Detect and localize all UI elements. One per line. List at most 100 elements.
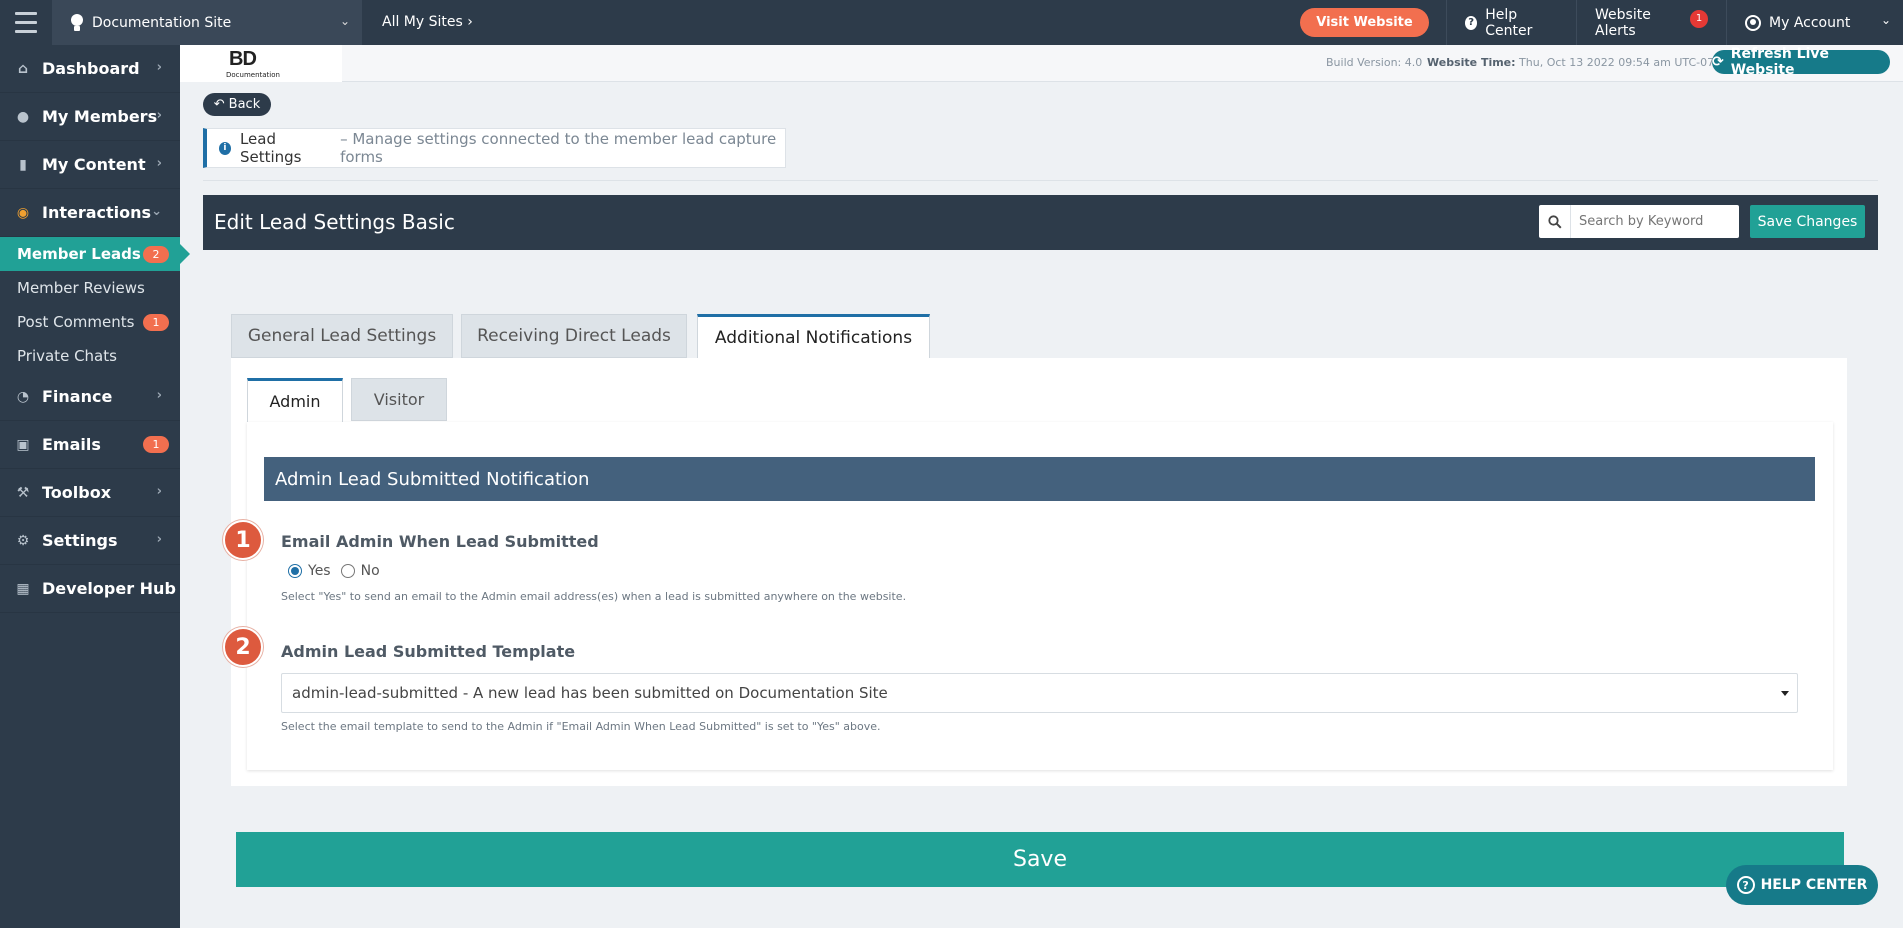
count-badge: 1 <box>143 314 169 331</box>
step-marker-2: 2 <box>223 627 263 667</box>
sidebar-item-emails[interactable]: ▣ Emails 1 <box>0 421 180 469</box>
sidebar-item-my-content[interactable]: ▮ My Content › <box>0 141 180 189</box>
divider <box>203 180 1878 181</box>
sidebar-item-label: Emails <box>42 435 101 454</box>
visit-website-button[interactable]: Visit Website <box>1300 8 1429 37</box>
sidebar-item-developer-hub[interactable]: ▦ Developer Hub <box>0 565 180 613</box>
wrench-icon: ⚒ <box>16 484 30 501</box>
email-admin-radio-group: Yes No <box>288 563 380 579</box>
save-button[interactable]: Save <box>236 832 1844 887</box>
sidebar-item-member-reviews[interactable]: Member Reviews <box>0 271 180 305</box>
chevron-right-icon: › <box>156 484 162 499</box>
help-center-button[interactable]: ? HELP CENTER <box>1726 865 1878 905</box>
search-box <box>1539 205 1739 238</box>
help-center-label: Help Center <box>1485 6 1533 39</box>
website-alerts-link[interactable]: Website Alerts 1 <box>1576 0 1726 45</box>
alerts-badge: 1 <box>1690 9 1708 28</box>
no-radio[interactable] <box>340 564 355 578</box>
tab-receiving-direct-leads[interactable]: Receiving Direct Leads <box>461 314 687 358</box>
caret-down-icon <box>1781 691 1789 696</box>
page-title: Edit Lead Settings Basic <box>214 210 455 234</box>
back-arrow-icon: ↶ <box>213 97 225 112</box>
sidebar-item-finance[interactable]: ◔ Finance › <box>0 373 180 421</box>
question-icon: ? <box>1465 15 1478 30</box>
tab-additional-notifications[interactable]: Additional Notifications <box>697 314 930 359</box>
info-icon: i <box>219 141 231 155</box>
website-time-value: Thu, Oct 13 2022 09:54 am UTC-07:00 <box>1519 56 1732 69</box>
step-marker-1: 1 <box>223 520 263 560</box>
chevron-right-icon: › <box>467 14 473 30</box>
info-title: Lead Settings <box>239 130 302 166</box>
sidebar-item-label: Dashboard <box>42 59 140 78</box>
sidebar-item-label: Developer Hub <box>42 579 176 598</box>
sidebar-item-label: Settings <box>42 531 118 550</box>
chevron-down-icon: ⌄ <box>339 14 350 28</box>
pie-chart-icon: ◔ <box>16 388 30 405</box>
back-label: Back <box>228 97 261 112</box>
my-account-label: My Account <box>1769 14 1851 31</box>
sidebar-item-private-chats[interactable]: Private Chats <box>0 339 180 373</box>
refresh-live-website-button[interactable]: ⟳ Refresh Live Website <box>1712 46 1890 78</box>
site-logo[interactable]: BD Documentation <box>180 45 342 82</box>
users-icon: ● <box>16 108 30 125</box>
sidebar-item-label: Post Comments <box>17 313 135 331</box>
email-admin-help: Select "Yes" to send an email to the Adm… <box>281 590 907 603</box>
inbox-icon: ▣ <box>16 436 30 453</box>
all-sites-label: All My Sites <box>382 14 463 30</box>
sidebar-item-label: Member Leads <box>17 245 141 263</box>
sidebar-item-label: Member Reviews <box>17 279 145 297</box>
sidebar-item-my-members[interactable]: ● My Members › <box>0 93 180 141</box>
website-time-label: Website Time: <box>1427 56 1516 69</box>
website-time: Website Time: Thu, Oct 13 2022 09:54 am … <box>1427 56 1732 69</box>
sidebar-item-label: Toolbox <box>42 483 112 502</box>
lightbulb-icon <box>71 13 83 31</box>
chevron-right-icon: › <box>156 108 162 123</box>
back-button[interactable]: ↶ Back <box>203 93 271 116</box>
template-help: Select the email template to send to the… <box>281 720 881 733</box>
tab-admin[interactable]: Admin <box>247 378 343 422</box>
save-changes-button[interactable]: Save Changes <box>1750 205 1865 238</box>
help-center-float-label: HELP CENTER <box>1760 877 1868 893</box>
my-account-menu[interactable]: My Account ⌄ <box>1726 0 1903 45</box>
section-title: Admin Lead Submitted Notification <box>264 457 1815 501</box>
chat-icon: ◉ <box>16 204 30 221</box>
tab-general-lead-settings[interactable]: General Lead Settings <box>231 314 453 358</box>
home-icon: ⌂ <box>17 60 29 77</box>
chevron-down-icon: ⌄ <box>1880 13 1891 27</box>
tab-visitor[interactable]: Visitor <box>351 378 447 421</box>
yes-radio[interactable] <box>288 564 302 578</box>
chevron-right-icon: › <box>156 388 162 403</box>
website-alerts-label: Website Alerts <box>1595 6 1651 39</box>
question-icon: ? <box>1736 876 1755 894</box>
top-bar: Documentation Site ⌄ All My Sites › Visi… <box>0 0 1903 45</box>
search-icon <box>1539 205 1571 238</box>
sidebar-item-settings[interactable]: ⚙ Settings › <box>0 517 180 565</box>
chevron-down-icon: ⌄ <box>151 204 162 219</box>
email-admin-label: Email Admin When Lead Submitted <box>281 532 599 551</box>
site-selector[interactable]: Documentation Site ⌄ <box>52 0 362 45</box>
refresh-label: Refresh Live Website <box>1730 46 1830 78</box>
sidebar-item-label: My Members <box>42 107 158 126</box>
all-sites-link[interactable]: All My Sites › <box>382 14 473 30</box>
search-input[interactable] <box>1571 214 1731 229</box>
sidebar-item-dashboard[interactable]: ⌂ Dashboard › <box>0 45 180 93</box>
sidebar-item-interactions[interactable]: ◉ Interactions ⌄ <box>0 189 180 237</box>
template-select[interactable]: admin-lead-submitted - A new lead has be… <box>281 673 1798 713</box>
header-strip: BD Documentation Build Version: 4.0 Webs… <box>180 45 1903 82</box>
sidebar-item-member-leads[interactable]: Member Leads 2 <box>0 237 190 271</box>
sidebar-item-post-comments[interactable]: Post Comments 1 <box>0 305 180 339</box>
sidebar-item-toolbox[interactable]: ⚒ Toolbox › <box>0 469 180 517</box>
chevron-right-icon: › <box>156 156 162 171</box>
info-description: – Manage settings connected to the membe… <box>340 130 777 166</box>
gear-icon: ⚙ <box>16 532 30 549</box>
menu-icon[interactable] <box>0 0 52 45</box>
info-banner: i Lead Settings – Manage settings connec… <box>203 128 786 168</box>
folder-icon: ▮ <box>19 156 27 173</box>
sidebar-item-label: Private Chats <box>17 347 117 365</box>
chevron-right-icon: › <box>156 532 162 547</box>
sidebar: ⌂ Dashboard › ● My Members › ▮ My Conten… <box>0 45 190 928</box>
help-center-link[interactable]: ? Help Center <box>1446 0 1576 45</box>
sidebar-item-label: Finance <box>42 387 113 406</box>
build-version: Build Version: 4.0 <box>1326 56 1423 69</box>
panel-header: Edit Lead Settings Basic Save Changes <box>203 195 1878 250</box>
